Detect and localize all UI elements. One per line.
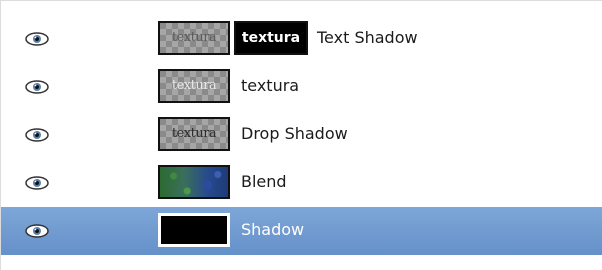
layer-name[interactable]: Drop Shadow bbox=[241, 124, 348, 143]
layer-row-textura[interactable]: textura textura bbox=[1, 63, 602, 111]
layer-row-drop-shadow[interactable]: textura Drop Shadow bbox=[1, 111, 602, 159]
layer-thumbnail[interactable]: textura bbox=[158, 69, 230, 103]
layer-thumbnail[interactable] bbox=[158, 165, 230, 199]
thumbnail-text: textura bbox=[171, 126, 217, 141]
thumbnail-text: textura bbox=[171, 78, 217, 93]
layer-row-shadow[interactable]: Shadow bbox=[1, 207, 602, 255]
layer-thumbnail[interactable]: textura bbox=[158, 117, 230, 151]
layers-panel: textura textura Text Shadow textura text… bbox=[0, 0, 602, 270]
eye-icon[interactable] bbox=[25, 176, 49, 190]
layer-name[interactable]: Blend bbox=[241, 172, 287, 191]
blend-gradient bbox=[160, 167, 228, 197]
thumbnail-text: textura bbox=[171, 30, 217, 45]
eye-icon[interactable] bbox=[25, 32, 49, 46]
layer-row-text-shadow[interactable]: textura textura Text Shadow bbox=[1, 15, 602, 63]
layer-row-blend[interactable]: Blend bbox=[1, 159, 602, 207]
layer-list: textura textura Text Shadow textura text… bbox=[1, 15, 602, 255]
layer-name[interactable]: Text Shadow bbox=[317, 28, 418, 47]
eye-icon[interactable] bbox=[25, 80, 49, 94]
layer-thumbnail[interactable] bbox=[158, 213, 230, 247]
layer-name[interactable]: textura bbox=[241, 76, 299, 95]
text-layer-preview[interactable]: textura bbox=[234, 21, 308, 55]
layer-name[interactable]: Shadow bbox=[241, 220, 304, 239]
eye-icon[interactable] bbox=[25, 128, 49, 142]
eye-icon[interactable] bbox=[25, 224, 49, 238]
layer-thumbnail[interactable]: textura bbox=[158, 21, 230, 55]
